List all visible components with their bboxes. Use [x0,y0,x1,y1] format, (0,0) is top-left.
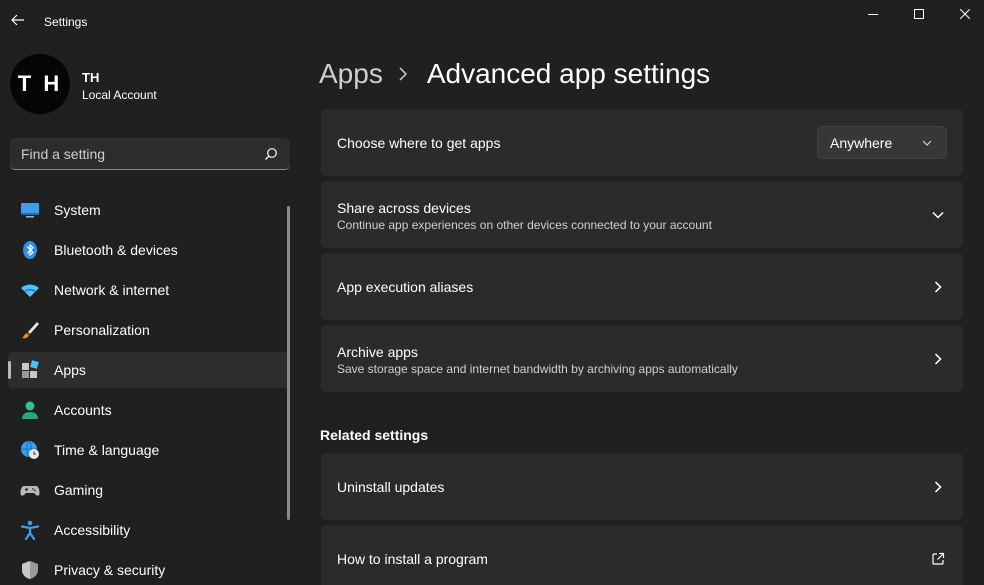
breadcrumb-separator [399,67,411,81]
window-title: Settings [44,15,88,29]
accessibility-icon [20,520,40,540]
sidebar-item-accounts[interactable]: Accounts [8,392,288,428]
back-arrow-icon [11,14,24,26]
card-description: Continue app experiences on other device… [337,218,712,232]
app-execution-aliases-card[interactable]: App execution aliases [321,253,963,320]
chevron-right-icon [934,481,942,493]
search-icon[interactable] [264,147,278,161]
wifi-icon [21,284,39,297]
chevron-right-icon [399,67,407,81]
card-title: App execution aliases [337,279,474,295]
app-source-dropdown[interactable]: Anywhere [817,126,947,159]
card-title: Uninstall updates [337,479,445,495]
dropdown-value: Anywhere [830,135,893,151]
chevron-right-icon [934,281,942,293]
sidebar-scrollbar[interactable] [287,206,290,520]
sidebar-item-gaming[interactable]: Gaming [8,472,288,508]
bluetooth-icon [23,241,37,259]
card-title: Archive apps [337,344,418,360]
sidebar-item-accessibility[interactable]: Accessibility [8,512,288,548]
close-button[interactable] [942,0,984,28]
gamepad-icon [20,486,40,496]
chevron-down-icon [922,140,932,146]
chevron-down-icon[interactable] [931,208,945,222]
breadcrumb-parent[interactable]: Apps [319,58,383,90]
share-across-devices-card[interactable]: Share across devices Continue app experi… [321,181,963,248]
sidebar-item-label: Bluetooth & devices [54,242,178,258]
sidebar-item-label: Personalization [54,322,150,338]
archive-apps-card[interactable]: Archive apps Save storage space and inte… [321,325,963,392]
title-bar: Settings [0,0,984,40]
sidebar-item-label: Apps [54,362,86,378]
sidebar-item-label: Gaming [54,482,104,498]
sidebar-item-apps[interactable]: Apps [8,352,288,388]
avatar[interactable]: T H [10,54,70,114]
related-settings-heading: Related settings [320,427,429,443]
choose-where-to-get-apps-card: Choose where to get apps Anywhere [321,109,963,176]
sidebar-item-system[interactable]: System [8,192,288,228]
sidebar-item-time-language[interactable]: Time & language [8,432,288,468]
sidebar-item-label: Time & language [54,442,160,458]
sidebar-item-label: System [54,202,101,218]
sidebar-item-label: Accounts [54,402,112,418]
sidebar-item-privacy-security[interactable]: Privacy & security [8,552,288,585]
person-icon [22,401,38,419]
card-description: Save storage space and internet bandwidt… [337,362,738,376]
card-title: Choose where to get apps [337,135,501,151]
sidebar-nav: System Bluetooth & devices Network & int… [8,192,288,585]
maximize-icon [914,9,924,19]
search-input[interactable] [10,138,260,169]
card-title: Share across devices [337,200,471,216]
close-icon [960,9,970,19]
user-name: TH [82,70,100,85]
search-box[interactable] [10,138,290,170]
system-icon [21,203,39,218]
sidebar-item-label: Privacy & security [54,562,166,578]
sidebar-item-network[interactable]: Network & internet [8,272,288,308]
back-button[interactable] [6,8,30,32]
minimize-icon [868,14,878,15]
minimize-button[interactable] [850,0,896,28]
card-title: How to install a program [337,551,488,567]
how-to-install-program-card[interactable]: How to install a program [321,525,963,585]
sidebar-item-label: Accessibility [54,522,131,538]
uninstall-updates-card[interactable]: Uninstall updates [321,453,963,520]
sidebar-item-label: Network & internet [54,282,170,298]
page-title: Advanced app settings [426,58,711,89]
external-link-icon [932,552,945,565]
breadcrumb: Apps Advanced app settings [319,55,710,93]
shield-icon [22,561,38,579]
chevron-right-icon [934,353,942,365]
sidebar-item-personalization[interactable]: Personalization [8,312,288,348]
sidebar-item-bluetooth[interactable]: Bluetooth & devices [8,232,288,268]
account-type: Local Account [82,88,157,102]
globe-clock-icon [21,440,39,459]
apps-icon [22,360,39,378]
maximize-button[interactable] [896,0,942,28]
paintbrush-icon [22,322,39,339]
